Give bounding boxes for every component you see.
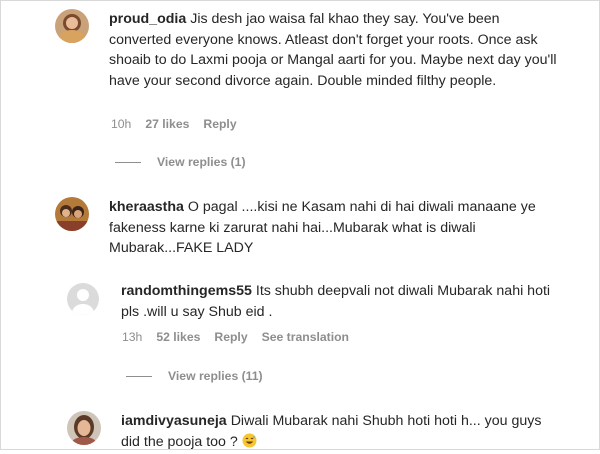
reply-reply-button[interactable]: Reply [214,330,247,344]
avatar-iamdivyasuneja[interactable] [67,411,101,445]
comment-1-likes[interactable]: 27 likes [145,117,189,131]
reply-time: 13h [122,330,143,344]
avatar-randomthingems55[interactable] [67,283,99,315]
avatar-kheraastha[interactable] [55,197,89,231]
comment-1-time: 10h [111,117,132,131]
grinning-sweat-emoji-icon [242,433,257,448]
see-translation-button[interactable]: See translation [262,330,349,344]
comment-2-text: kheraastha O pagal ....kisi ne Kasam nahi… [109,197,559,259]
view-replies-label[interactable]: View replies (11) [168,369,263,383]
reply-username[interactable]: randomthingems55 [121,283,252,299]
reply-meta: 13h 52 likes Reply See translation [122,330,363,344]
comment-3-text: iamdivyasuneja Diwali Mubarak nahi Shubh … [121,411,561,452]
comment-2-view-replies[interactable]: View replies (11) [126,369,263,383]
comment-1-view-replies[interactable]: View replies (1) [115,155,246,169]
comment-1-username[interactable]: proud_odia [109,11,186,27]
comments-panel: proud_odia Jis desh jao waisa fal khao th… [0,0,600,450]
comment-3-username[interactable]: iamdivyasuneja [121,413,227,429]
comment-1-meta: 10h 27 likes Reply [111,117,251,131]
comment-1-text: proud_odia Jis desh jao waisa fal khao th… [109,9,559,91]
view-replies-label[interactable]: View replies (1) [157,155,246,169]
divider-line [115,162,141,164]
comment-2-username[interactable]: kheraastha [109,199,184,215]
reply-text: randomthingems55 Its shubh deepvali not d… [121,281,561,322]
avatar-proud-odia[interactable] [55,9,89,43]
comment-1-reply-button[interactable]: Reply [203,117,236,131]
divider-line [126,376,152,378]
reply-likes[interactable]: 52 likes [156,330,200,344]
